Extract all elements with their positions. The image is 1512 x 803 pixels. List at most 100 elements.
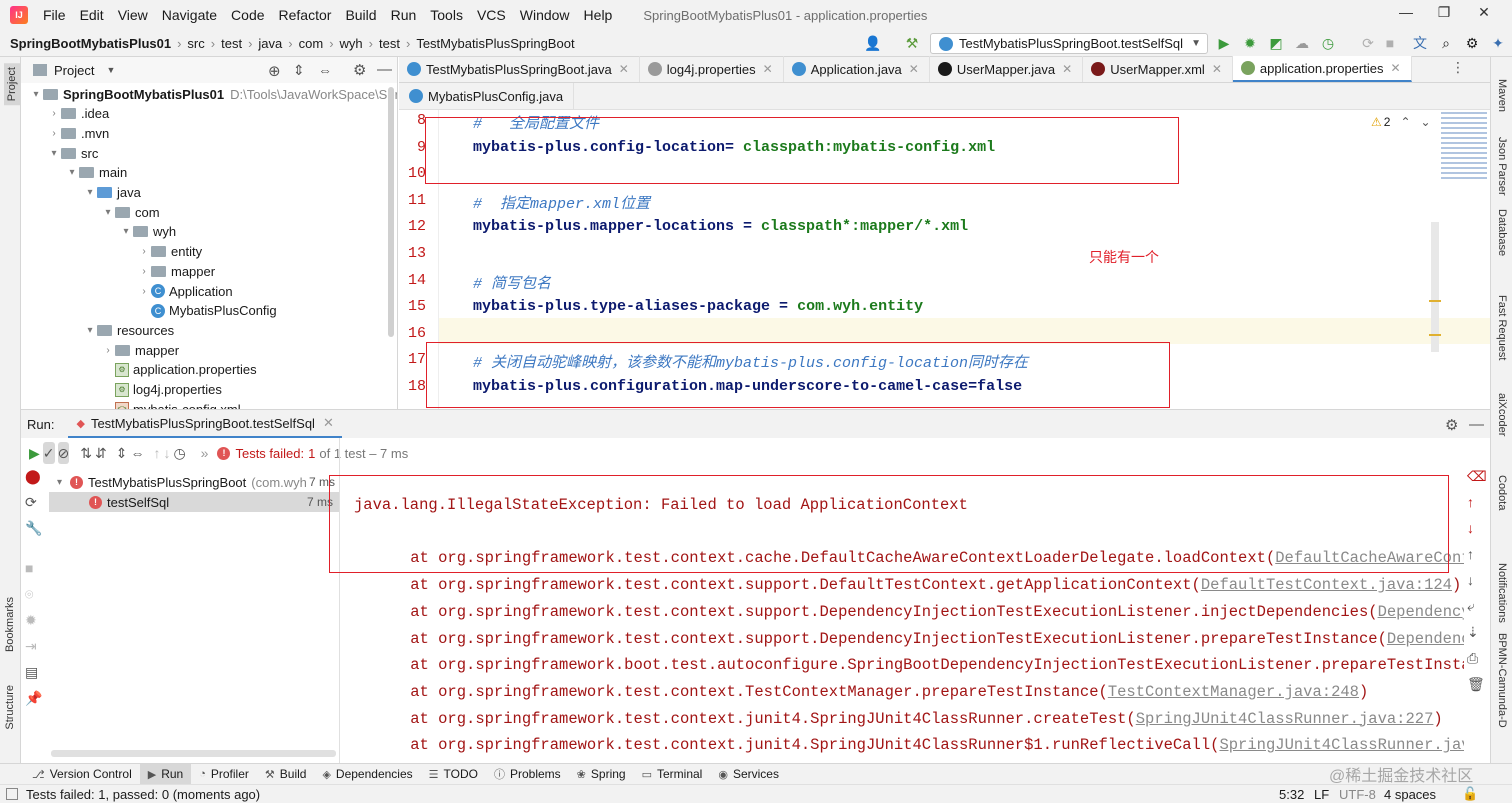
source-link[interactable]: TestContextManager.java:248 <box>1108 683 1359 701</box>
menu-refactor[interactable]: Refactor <box>272 7 339 23</box>
rerun-icon[interactable]: ⟳ <box>1360 35 1376 51</box>
source-link[interactable]: Dependency <box>1378 603 1464 621</box>
show-passed-icon[interactable]: ✓ <box>42 442 55 464</box>
show-ignored-icon[interactable]: ⊘ <box>57 442 70 464</box>
close-icon[interactable]: ✕ <box>909 62 919 76</box>
tree-node[interactable]: › .mvn <box>47 123 109 143</box>
breadcrumb-item[interactable]: test <box>217 36 246 51</box>
breadcrumb-item[interactable]: test <box>375 36 404 51</box>
tree-node[interactable]: › entity <box>137 242 202 262</box>
run-with-icon[interactable]: ◷ <box>1320 35 1336 51</box>
next-failed-icon[interactable]: ↓ <box>163 442 170 464</box>
console-line[interactable]: at org.springframework.test.context.supp… <box>373 603 1464 621</box>
project-scrollbar[interactable] <box>388 87 394 337</box>
code-line[interactable]: # 简写包名 <box>473 272 551 293</box>
right-tool-codota[interactable]: Codota <box>1496 475 1508 510</box>
hide-icon[interactable]: — <box>1469 416 1484 433</box>
breadcrumb-item[interactable]: SpringBootMybatisPlus01 <box>6 36 175 51</box>
tool-version-control[interactable]: ⎇ Version Control <box>24 764 140 785</box>
breadcrumb-item[interactable]: TestMybatisPlusSpringBoot <box>412 36 578 51</box>
test-node[interactable]: ! testSelfSql 7 ms <box>49 492 339 512</box>
settings-gear-icon[interactable]: ⚙ <box>353 61 366 79</box>
menu-edit[interactable]: Edit <box>73 7 111 23</box>
right-tool-fast-request[interactable]: Fast Request <box>1496 295 1508 360</box>
sort-duration-icon[interactable]: ⇵ <box>95 442 107 464</box>
code-line[interactable]: mybatis-plus.type-aliases-package = com.… <box>473 298 923 315</box>
more-icon[interactable]: » <box>201 442 209 464</box>
breadcrumb-item[interactable]: java <box>254 36 286 51</box>
rerun-failed-icon[interactable]: ⟳ <box>25 494 45 520</box>
file-encoding[interactable]: UTF-8 <box>1339 787 1376 802</box>
chevron-down-icon[interactable]: ▾ <box>57 477 62 488</box>
project-panel-title[interactable]: Project <box>54 63 94 78</box>
plugin-icon[interactable]: ✦ <box>1490 35 1506 51</box>
source-link[interactable]: SpringJUnit4ClassRunner.jav <box>1219 736 1464 754</box>
indent-setting[interactable]: 4 spaces <box>1384 787 1436 802</box>
menu-view[interactable]: View <box>111 7 155 23</box>
tool-todo[interactable]: ☰ TODO <box>421 764 486 785</box>
run-tab[interactable]: ◆ TestMybatisPlusSpringBoot.testSelfSql … <box>68 410 342 438</box>
collapse-all-icon[interactable]: ⇔ <box>130 442 144 464</box>
settings-gear-icon[interactable]: ⚙ <box>1464 35 1480 51</box>
tree-node[interactable]: ▾ java <box>83 183 140 203</box>
tree-node[interactable]: ▾ src <box>47 143 98 163</box>
translate-icon[interactable]: 文 <box>1412 35 1428 51</box>
export-icon[interactable]: ⇥ <box>25 638 45 664</box>
close-icon[interactable]: ✕ <box>323 415 334 431</box>
editor-tab[interactable]: UserMapper.java ✕ <box>930 56 1084 82</box>
search-icon[interactable]: ⌕ <box>1438 35 1454 51</box>
scroll-up-icon[interactable]: ↑ <box>1467 546 1487 572</box>
tab-mybatisplusconfig[interactable]: MybatisPlusConfig.java <box>407 82 575 110</box>
line-separator[interactable]: LF <box>1314 787 1329 802</box>
stop-icon[interactable]: ■ <box>25 560 45 586</box>
menu-code[interactable]: Code <box>224 7 271 23</box>
tool-build[interactable]: ⚒ Build <box>257 764 315 785</box>
expand-all-icon[interactable]: ⇕ <box>293 62 305 79</box>
breadcrumb-item[interactable]: wyh <box>336 36 367 51</box>
history-icon[interactable]: ◷ <box>173 442 185 464</box>
more-tabs-icon[interactable]: ⋮ <box>1451 59 1465 76</box>
chevron-icon[interactable]: ▾ <box>83 325 97 336</box>
tree-node[interactable]: ⚙ application.properties <box>101 360 257 380</box>
rerun-icon[interactable]: ▶ <box>29 442 40 464</box>
build-hammer-icon[interactable]: ⚒ <box>904 35 920 51</box>
right-tool-notifications[interactable]: Notifications <box>1496 563 1508 623</box>
tool-dependencies[interactable]: ◈ Dependencies <box>314 764 420 785</box>
prev-highlight-icon[interactable]: ⌃ <box>1400 115 1410 129</box>
tree-node[interactable]: ▾ wyh <box>119 222 176 242</box>
menu-navigate[interactable]: Navigate <box>155 7 224 23</box>
menu-build[interactable]: Build <box>338 7 383 23</box>
tree-node[interactable]: ▾ com <box>101 202 159 222</box>
tree-node[interactable]: ▾ resources <box>83 320 174 340</box>
debug-icon[interactable]: ✹ <box>1242 35 1258 51</box>
close-icon[interactable]: ✕ <box>1212 62 1222 76</box>
chevron-icon[interactable]: › <box>47 128 61 139</box>
run-configuration-select[interactable]: TestMybatisPlusSpringBoot.testSelfSql ▼ <box>930 33 1208 54</box>
tool-terminal[interactable]: ▭ Terminal <box>634 764 711 785</box>
menu-help[interactable]: Help <box>577 7 620 23</box>
code-line[interactable]: # 指定mapper.xml位置 <box>473 192 650 213</box>
close-button[interactable]: ✕ <box>1464 4 1504 26</box>
tree-node[interactable]: › C Application <box>137 281 232 301</box>
run-icon[interactable]: ▶ <box>1216 35 1232 51</box>
next-highlight-icon[interactable]: ⌄ <box>1421 115 1431 129</box>
settings-gear-icon[interactable]: ⚙ <box>1445 416 1458 434</box>
minimize-button[interactable]: — <box>1386 4 1426 26</box>
tool-spring[interactable]: ❀ Spring <box>569 764 634 785</box>
scroll-to-end-icon[interactable]: ⇣ <box>1467 624 1487 650</box>
close-icon[interactable]: ✕ <box>763 62 773 76</box>
right-tool-json-parser[interactable]: Json Parser <box>1496 137 1508 196</box>
tool-problems[interactable]: ⓘ Problems <box>486 764 569 785</box>
console-line[interactable]: at org.springframework.test.context.Test… <box>373 683 1368 701</box>
tree-node[interactable]: C MybatisPlusConfig <box>137 301 277 321</box>
code-line[interactable]: mybatis-plus.mapper-locations = classpat… <box>473 218 968 235</box>
editor-scrollbar[interactable] <box>1431 222 1439 352</box>
breadcrumb-item[interactable]: com <box>295 36 328 51</box>
caret-position[interactable]: 5:32 <box>1279 787 1304 802</box>
chevron-icon[interactable]: ▾ <box>65 167 79 178</box>
editor-tab[interactable]: UserMapper.xml ✕ <box>1083 56 1233 82</box>
trash-icon[interactable]: 🗑 <box>1467 676 1487 702</box>
locate-icon[interactable]: ⊕ <box>268 62 281 80</box>
chevron-icon[interactable]: › <box>101 345 115 356</box>
clear-icon[interactable]: ⌫ <box>1467 468 1487 494</box>
